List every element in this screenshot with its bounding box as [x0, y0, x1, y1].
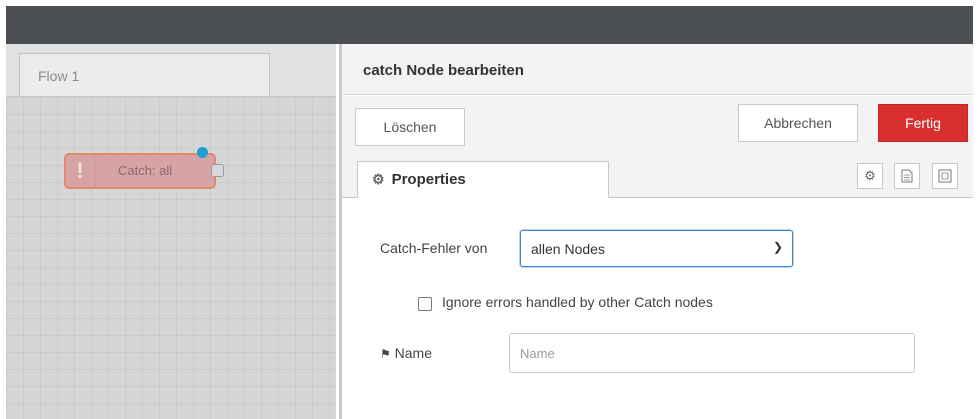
appearance-icon[interactable]: [932, 163, 958, 189]
name-label: ⚑ Name: [380, 345, 432, 361]
cancel-button[interactable]: Abbrechen: [738, 104, 858, 142]
done-button[interactable]: Fertig: [878, 104, 968, 142]
tab-properties-label: Properties: [391, 171, 466, 188]
node-editor-panel: catch Node bearbeiten Löschen Abbrechen …: [339, 44, 973, 419]
description-icon[interactable]: [894, 163, 920, 189]
editor-title: catch Node bearbeiten: [342, 44, 973, 95]
tab-label: Flow 1: [38, 68, 80, 84]
document-icon: [901, 169, 913, 183]
frame-icon: [938, 169, 952, 183]
chevron-down-icon: ❯: [772, 240, 783, 254]
catch-from-label: Catch-Fehler von: [380, 240, 488, 256]
tag-icon: ⚑: [380, 347, 391, 361]
ignore-errors-checkbox[interactable]: [418, 297, 432, 311]
exclamation-icon: !: [66, 155, 95, 187]
node-output-port[interactable]: [211, 164, 224, 177]
flow-canvas[interactable]: ! Catch: all: [6, 97, 336, 419]
catch-from-value: allen Nodes: [531, 241, 605, 257]
node-label: Catch: all: [118, 163, 173, 178]
gear-icon: ⚙: [372, 171, 385, 187]
tab-properties[interactable]: ⚙ Properties: [357, 161, 609, 198]
gear-icon[interactable]: ⚙: [857, 163, 883, 189]
name-input[interactable]: [509, 333, 915, 373]
catch-from-select[interactable]: allen Nodes ❯: [520, 230, 793, 267]
editor-toolbar: Löschen Abbrechen Fertig: [342, 96, 973, 153]
tab-flow-1[interactable]: Flow 1: [19, 53, 270, 96]
app-window: Flow 1 ! Catch: all catch Node bearbeite…: [6, 6, 973, 419]
delete-button[interactable]: Löschen: [355, 108, 465, 146]
editor-tabbar: ⚙ Properties ⚙: [342, 153, 973, 198]
catch-node[interactable]: ! Catch: all: [64, 153, 216, 189]
ignore-errors-label: Ignore errors handled by other Catch nod…: [442, 294, 713, 310]
name-label-text: Name: [394, 345, 433, 361]
top-header-bar: [6, 6, 973, 44]
flow-workspace: Flow 1 ! Catch: all: [6, 44, 336, 419]
node-changed-indicator: [197, 147, 208, 158]
workspace-tabbar: Flow 1: [6, 44, 336, 97]
